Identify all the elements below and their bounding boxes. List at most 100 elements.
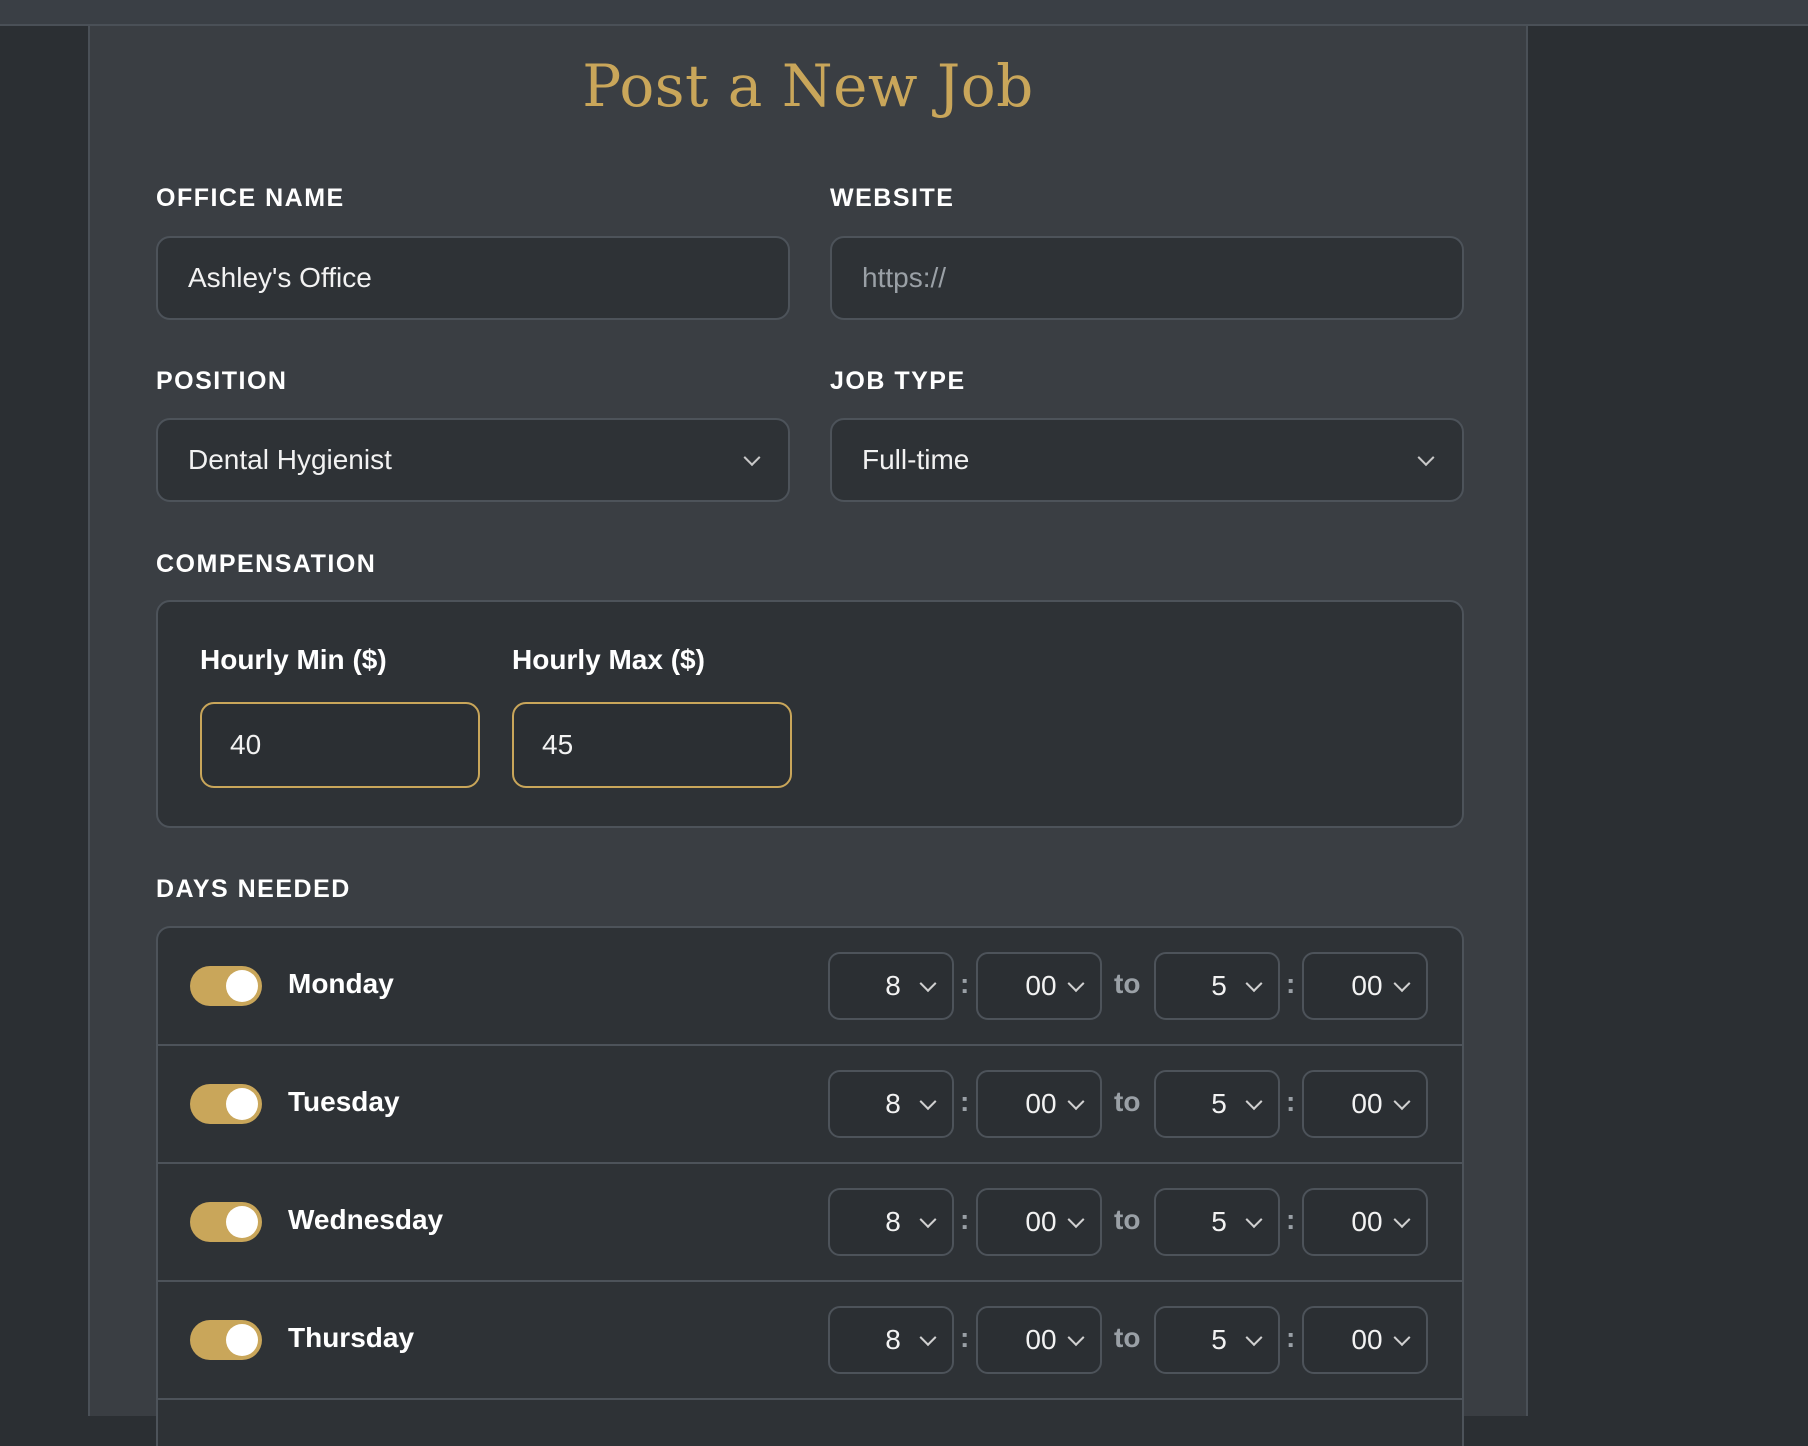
start-minute-select[interactable]: 00	[976, 1070, 1102, 1138]
end-hour-select[interactable]: 5	[1154, 1188, 1280, 1256]
day-toggle-thursday[interactable]	[190, 1320, 262, 1360]
job-type-value: Full-time	[862, 444, 970, 475]
time-colon: :	[1286, 1086, 1296, 1117]
day-name: Monday	[288, 968, 394, 999]
time-colon: :	[960, 1322, 970, 1353]
chevron-down-icon	[1067, 1093, 1085, 1111]
chevron-down-icon	[1393, 1329, 1411, 1347]
office-name-label: OFFICE NAME	[156, 184, 345, 212]
to-label: to	[1114, 968, 1141, 999]
start-hour-select[interactable]: 8	[828, 1188, 954, 1256]
top-bar	[0, 0, 1808, 26]
end-hour-value: 5	[1211, 970, 1227, 1001]
start-hour-select[interactable]: 8	[828, 1306, 954, 1374]
start-hour-select[interactable]: 8	[828, 1070, 954, 1138]
end-hour-select[interactable]: 5	[1154, 1070, 1280, 1138]
website-input[interactable]	[862, 262, 1432, 294]
website-field[interactable]	[830, 236, 1464, 320]
chevron-down-icon	[1245, 975, 1263, 993]
end-minute-value: 00	[1351, 1206, 1383, 1237]
start-minute-value: 00	[1025, 970, 1057, 1001]
office-name-input[interactable]	[188, 262, 758, 294]
toggle-knob	[226, 970, 258, 1002]
office-name-field[interactable]	[156, 236, 790, 320]
start-hour-value: 8	[885, 1206, 901, 1237]
end-minute-select[interactable]: 00	[1302, 1306, 1428, 1374]
chevron-down-icon	[1245, 1329, 1263, 1347]
toggle-knob	[226, 1206, 258, 1238]
start-minute-select[interactable]: 00	[976, 1188, 1102, 1256]
day-row-wednesday: Wednesday 8 : 00 to 5 : 00	[158, 1164, 1462, 1282]
chevron-down-icon	[919, 1093, 937, 1111]
chevron-down-icon	[1067, 1329, 1085, 1347]
end-minute-select[interactable]: 00	[1302, 952, 1428, 1020]
chevron-down-icon	[1245, 1093, 1263, 1111]
day-name: Thursday	[288, 1322, 415, 1353]
day-toggle-monday[interactable]	[190, 966, 262, 1006]
end-minute-select[interactable]: 00	[1302, 1188, 1428, 1256]
page-title: Post a New Job	[582, 52, 1034, 120]
hourly-max-label: Hourly Max ($)	[512, 644, 705, 675]
day-toggle-wednesday[interactable]	[190, 1202, 262, 1242]
day-name: Wednesday	[288, 1204, 444, 1235]
to-label: to	[1114, 1204, 1141, 1235]
time-colon: :	[960, 1086, 970, 1117]
time-colon: :	[1286, 1204, 1296, 1235]
end-hour-select[interactable]: 5	[1154, 952, 1280, 1020]
day-toggle-tuesday[interactable]	[190, 1084, 262, 1124]
chevron-down-icon	[919, 1211, 937, 1229]
start-minute-value: 00	[1025, 1324, 1057, 1355]
to-label: to	[1114, 1322, 1141, 1353]
days-needed-label: DAYS NEEDED	[156, 875, 351, 903]
hourly-min-field[interactable]	[200, 702, 480, 788]
start-hour-value: 8	[885, 1088, 901, 1119]
day-name: Tuesday	[288, 1086, 400, 1117]
hourly-min-label: Hourly Min ($)	[200, 644, 387, 675]
time-colon: :	[1286, 1322, 1296, 1353]
end-minute-select[interactable]: 00	[1302, 1070, 1428, 1138]
end-hour-select[interactable]: 5	[1154, 1306, 1280, 1374]
end-hour-value: 5	[1211, 1324, 1227, 1355]
toggle-knob	[226, 1088, 258, 1120]
position-label: POSITION	[156, 367, 288, 395]
hourly-min-input[interactable]	[230, 729, 450, 761]
end-minute-value: 00	[1351, 970, 1383, 1001]
hourly-max-input[interactable]	[542, 729, 762, 761]
start-hour-value: 8	[885, 1324, 901, 1355]
end-minute-value: 00	[1351, 1088, 1383, 1119]
job-type-label: JOB TYPE	[830, 367, 966, 395]
chevron-down-icon	[919, 1329, 937, 1347]
start-minute-select[interactable]: 00	[976, 952, 1102, 1020]
day-row-tuesday: Tuesday 8 : 00 to 5 : 00	[158, 1046, 1462, 1164]
position-value: Dental Hygienist	[188, 444, 392, 475]
start-minute-value: 00	[1025, 1088, 1057, 1119]
website-label: WEBSITE	[830, 184, 955, 212]
chevron-down-icon	[1393, 1093, 1411, 1111]
chevron-down-icon	[1393, 975, 1411, 993]
compensation-label: COMPENSATION	[156, 550, 377, 578]
job-form-panel: Post a New Job OFFICE NAME WEBSITE POSIT…	[88, 26, 1528, 1446]
hourly-max-field[interactable]	[512, 702, 792, 788]
start-hour-value: 8	[885, 970, 901, 1001]
chevron-down-icon	[919, 975, 937, 993]
compensation-box: Hourly Min ($) Hourly Max ($)	[156, 600, 1464, 828]
chevron-down-icon	[1245, 1211, 1263, 1229]
start-minute-value: 00	[1025, 1206, 1057, 1237]
start-minute-select[interactable]: 00	[976, 1306, 1102, 1374]
chevron-down-icon	[1067, 975, 1085, 993]
position-select[interactable]: Dental Hygienist	[156, 418, 790, 502]
chevron-down-icon	[1417, 449, 1435, 467]
day-row-thursday: Thursday 8 : 00 to 5 : 00	[158, 1282, 1462, 1400]
start-hour-select[interactable]: 8	[828, 952, 954, 1020]
end-hour-value: 5	[1211, 1088, 1227, 1119]
chevron-down-icon	[1393, 1211, 1411, 1229]
toggle-knob	[226, 1324, 258, 1356]
end-minute-value: 00	[1351, 1324, 1383, 1355]
chevron-down-icon	[1067, 1211, 1085, 1229]
job-type-select[interactable]: Full-time	[830, 418, 1464, 502]
end-hour-value: 5	[1211, 1206, 1227, 1237]
time-colon: :	[960, 968, 970, 999]
to-label: to	[1114, 1086, 1141, 1117]
time-colon: :	[1286, 968, 1296, 999]
chevron-down-icon	[743, 449, 761, 467]
